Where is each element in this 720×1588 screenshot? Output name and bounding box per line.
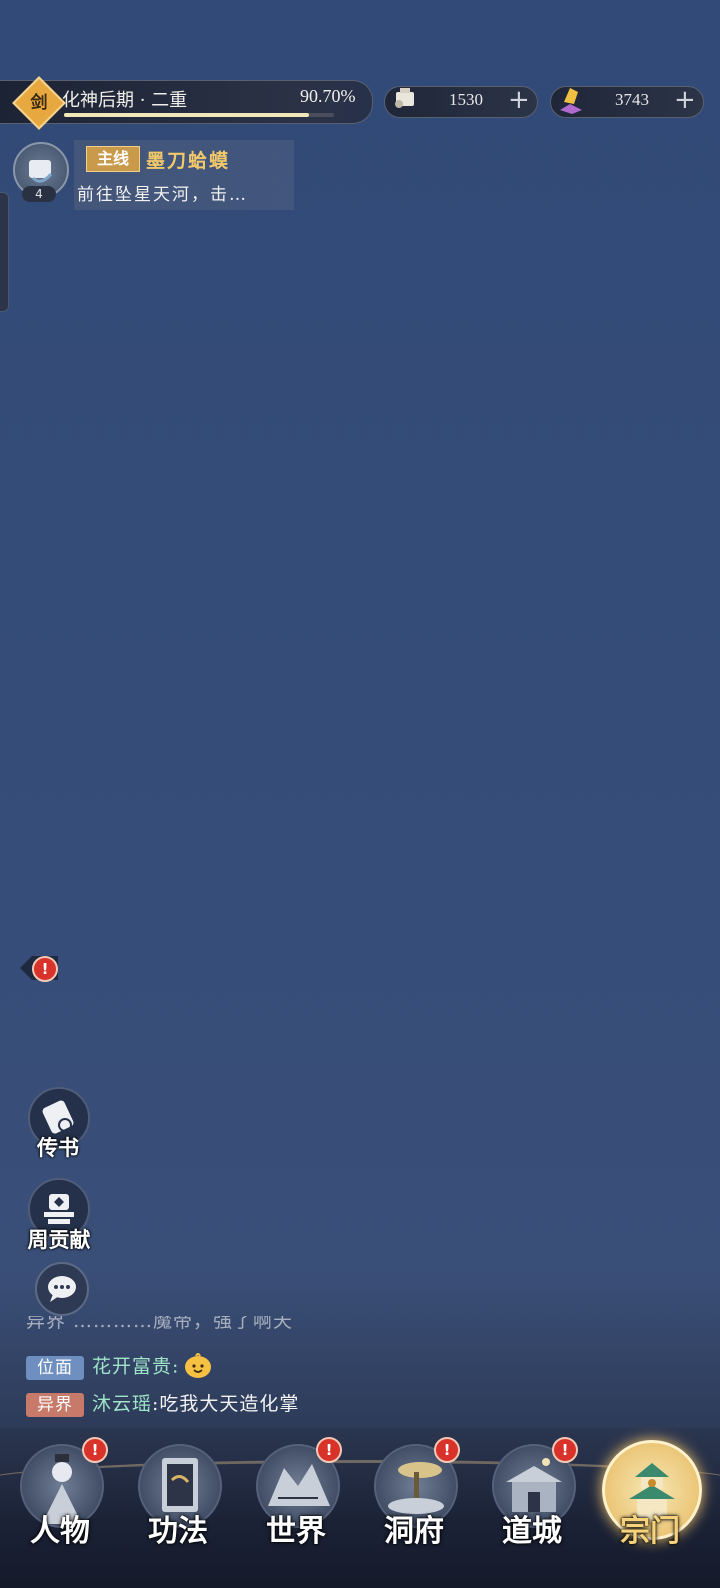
nav-cave-alert-icon: ! xyxy=(434,1437,460,1463)
chat-message: 吃我大天造化掌 xyxy=(159,1393,300,1415)
add-ingot-button[interactable]: + xyxy=(674,84,696,116)
letter-label: 传书 xyxy=(37,1135,79,1160)
chat-line-partial: 异界 …………魔帝，强了啊天 xyxy=(26,1316,294,1332)
xp-fill xyxy=(64,113,309,117)
side-drawer-tab[interactable] xyxy=(0,192,9,312)
nav-character-alert-icon: ! xyxy=(82,1437,108,1463)
chat-button[interactable] xyxy=(35,1262,89,1316)
chat-bubble-icon xyxy=(48,1276,76,1302)
nav-sect-label: 宗门 xyxy=(620,1514,680,1549)
realm-name: 化神后期 · 二重 xyxy=(62,90,188,111)
quest-type-tag: 主线 xyxy=(86,146,140,172)
alert-badge-icon: ! xyxy=(32,956,58,982)
chat-line[interactable]: 位面 花开富贵: xyxy=(26,1351,213,1384)
weekly-contribution-label: 周贡献 xyxy=(27,1227,91,1252)
chat-channel-tag: 异界 xyxy=(26,1393,84,1417)
chat-separator: : xyxy=(172,1355,180,1378)
nav-character-label: 人物 xyxy=(30,1514,90,1549)
add-scroll-button[interactable]: + xyxy=(508,84,530,116)
nav-world-alert-icon: ! xyxy=(316,1437,342,1463)
chat-sender: 花开富贵 xyxy=(92,1355,173,1378)
scroll-currency-icon xyxy=(395,88,414,108)
nav-city-alert-icon: ! xyxy=(552,1437,578,1463)
chat-line[interactable]: 异界 沐云瑶:吃我大天造化掌 xyxy=(26,1389,299,1417)
quest-count-badge: 4 xyxy=(22,186,56,202)
realm-badge-label: 剑 xyxy=(30,93,48,113)
quest-description: 前往坠星天河，击… xyxy=(77,185,248,205)
nav-world-label: 世界 xyxy=(266,1514,326,1549)
currency-ingot-value: 3743 xyxy=(615,90,649,109)
gold-ingot-currency-icon xyxy=(560,88,582,114)
realm-progress-percent: 90.70% xyxy=(300,86,356,106)
nav-cave-label: 洞府 xyxy=(384,1514,444,1549)
quest-title: 墨刀蛤蟆 xyxy=(146,150,231,172)
chat-channel-tag: 位面 xyxy=(26,1355,84,1380)
currency-scroll-value: 1530 xyxy=(449,90,483,109)
side-notification-button[interactable]: ! xyxy=(18,950,64,986)
chat-sender: 沐云瑶 xyxy=(92,1393,153,1415)
nav-city-label: 道城 xyxy=(502,1514,562,1549)
smile-emoji-icon xyxy=(183,1351,213,1384)
nav-skills-label: 功法 xyxy=(148,1514,208,1549)
